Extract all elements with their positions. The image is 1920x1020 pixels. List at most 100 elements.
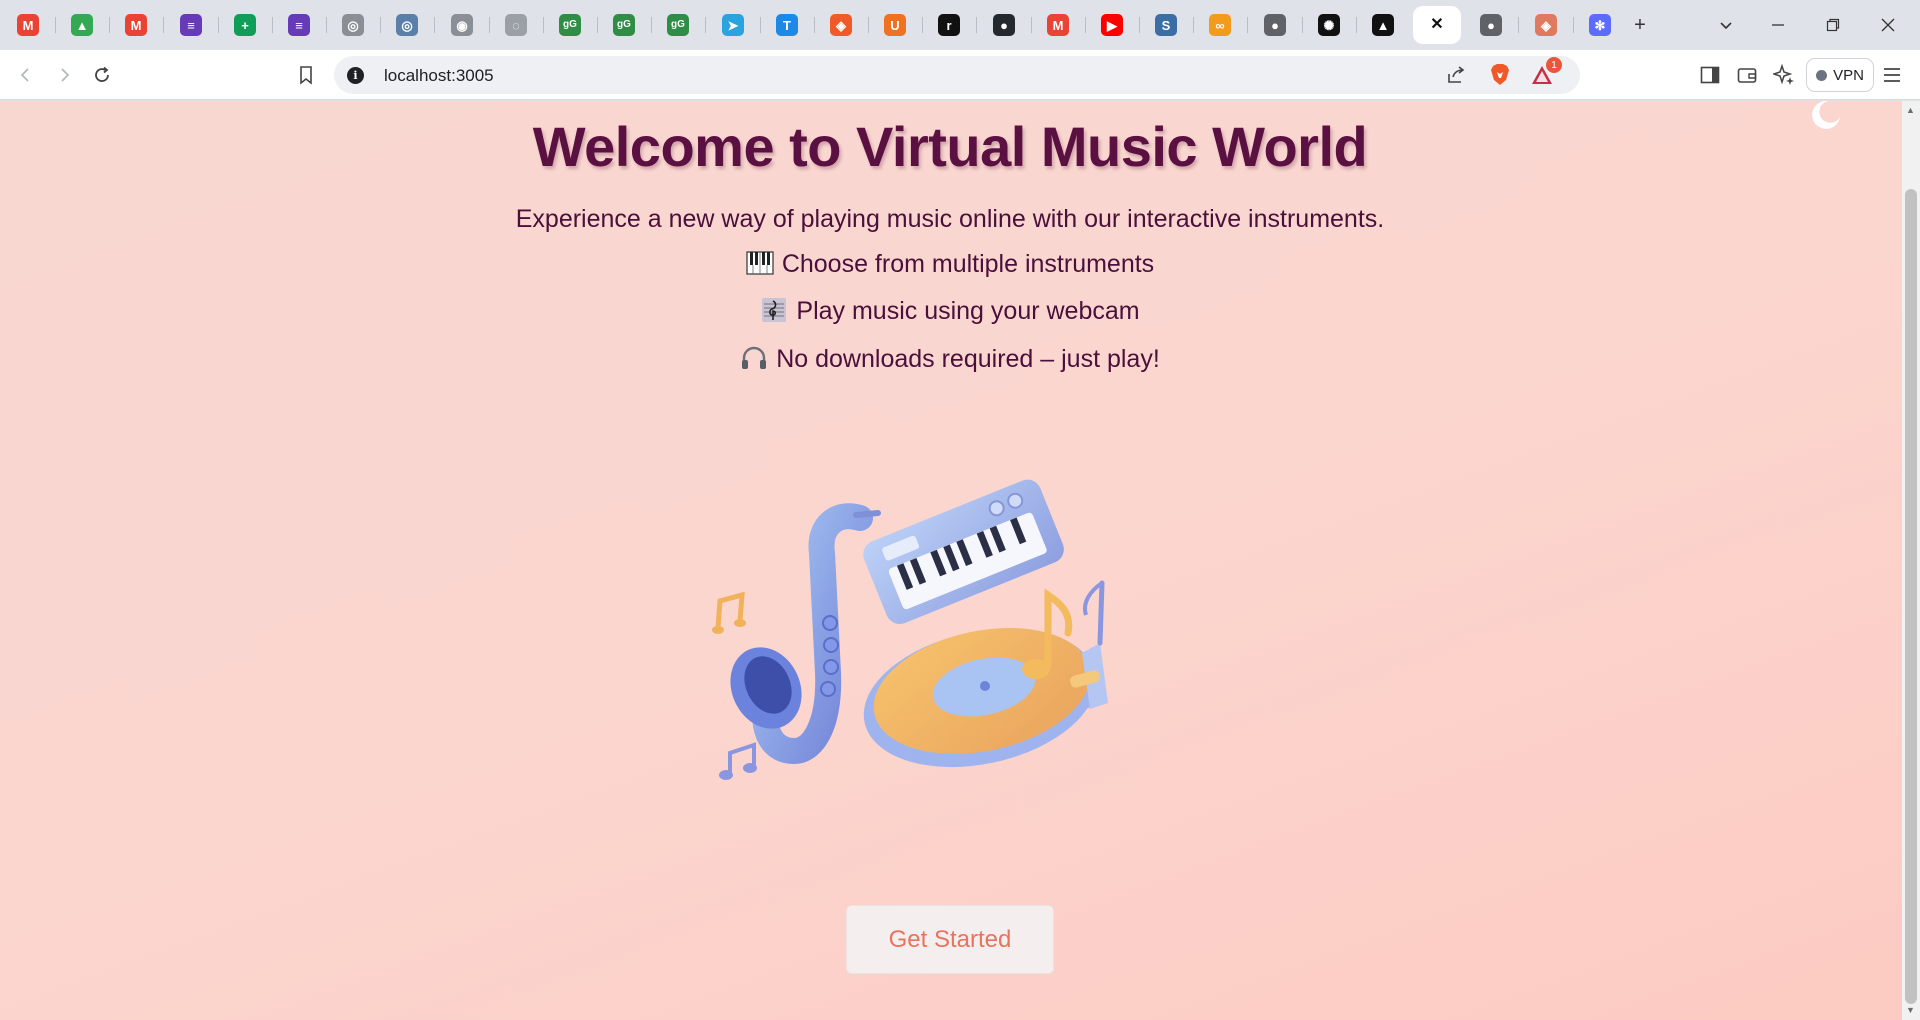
vpn-button[interactable]: VPN <box>1806 58 1874 92</box>
browser-toolbar: i localhost:3005 1 VPN <box>0 50 1920 100</box>
browser-tab[interactable]: M <box>1034 6 1082 44</box>
url-text[interactable]: localhost:3005 <box>384 66 494 86</box>
chevron-down-icon <box>1720 22 1732 30</box>
browser-tab[interactable]: ≡ <box>275 6 323 44</box>
tab-separator <box>922 17 923 33</box>
sidebar-toggle-button[interactable] <box>1694 60 1726 90</box>
browser-tab[interactable]: ◈ <box>817 6 865 44</box>
tab-separator <box>272 17 273 33</box>
geeksforgeeks-icon: gG <box>559 14 581 36</box>
youtube-icon: ▶ <box>1101 14 1123 36</box>
r-logo-icon: r <box>938 14 960 36</box>
bookmark-button[interactable] <box>290 60 322 90</box>
arrow-right-icon <box>61 68 70 82</box>
share-button[interactable] <box>1440 60 1472 90</box>
brave-shields-button[interactable] <box>1484 60 1516 90</box>
s-logo-icon: S <box>1155 14 1177 36</box>
sparkle-icon <box>1773 64 1794 85</box>
browser-tab[interactable]: ▲ <box>1359 6 1407 44</box>
page-title: Welcome to Virtual Music World <box>532 115 1368 178</box>
scrollbar-thumb[interactable] <box>1905 189 1917 1004</box>
browser-tab[interactable]: gG <box>600 6 648 44</box>
headphones-icon <box>742 346 767 369</box>
close-tab-icon[interactable]: ✕ <box>1426 14 1448 36</box>
get-started-button[interactable]: Get Started <box>846 905 1054 974</box>
browser-tab[interactable]: ● <box>1251 6 1299 44</box>
feature-text: Choose from multiple instruments <box>781 250 1155 278</box>
infinity-icon: ∞ <box>1209 14 1231 36</box>
browser-tab[interactable]: gG <box>546 6 594 44</box>
back-button[interactable] <box>10 60 42 90</box>
forward-button[interactable] <box>48 60 80 90</box>
openai-icon: ✺ <box>1318 14 1340 36</box>
browser-tab[interactable]: ≡ <box>167 6 215 44</box>
browser-tab[interactable]: + <box>221 6 269 44</box>
browser-tab[interactable]: ▶ <box>1088 6 1136 44</box>
tab-separator <box>1247 17 1248 33</box>
brave-rewards-button[interactable]: 1 <box>1528 57 1562 90</box>
tab-separator <box>597 17 598 33</box>
browser-tab[interactable]: ✻ <box>1576 6 1624 44</box>
main-menu-button[interactable] <box>1876 60 1908 90</box>
browser-tab[interactable]: M <box>112 6 160 44</box>
feature-text: Play music using your webcam <box>796 297 1140 325</box>
feature-item-webcam: Play music using your webcam <box>0 297 1900 326</box>
new-tab-button[interactable]: + <box>1620 8 1660 42</box>
tab-separator <box>1302 17 1303 33</box>
tab-separator <box>218 17 219 33</box>
bookmark-icon <box>300 66 312 85</box>
browser-tab[interactable]: ◈ <box>1522 6 1570 44</box>
t-logo-icon: T <box>776 14 798 36</box>
music-note-icon <box>719 742 757 780</box>
browser-tab[interactable]: ● <box>1467 6 1515 44</box>
gray-circle-icon: ◎ <box>342 14 364 36</box>
globe-icon: ● <box>1480 14 1502 36</box>
snowflake-icon: ✻ <box>1589 14 1611 36</box>
google-forms-icon: ≡ <box>180 14 202 36</box>
tab-separator <box>1193 17 1194 33</box>
reload-button[interactable] <box>86 60 118 90</box>
music-instruments-illustration <box>712 479 1108 780</box>
browser-tab[interactable]: U <box>871 6 919 44</box>
gmail-icon: M <box>1047 14 1069 36</box>
tab-search-button[interactable] <box>1706 8 1746 42</box>
browser-tab[interactable]: ◉ <box>438 6 486 44</box>
browser-tab[interactable]: ◎ <box>383 6 431 44</box>
tab-separator <box>326 17 327 33</box>
browser-tab[interactable]: gG <box>654 6 702 44</box>
browser-tab[interactable]: ▲ <box>58 6 106 44</box>
active-tab[interactable]: ✕ <box>1413 6 1461 44</box>
site-info-icon[interactable]: i <box>347 67 364 84</box>
page-scrollbar[interactable]: ▲ ▼ <box>1902 101 1920 1020</box>
scroll-down-icon[interactable]: ▼ <box>1906 1005 1915 1015</box>
browser-tab[interactable]: ◌ <box>492 6 540 44</box>
browser-tab[interactable]: r <box>925 6 973 44</box>
restore-button[interactable] <box>1813 8 1853 42</box>
browser-tab[interactable]: ➤ <box>709 6 757 44</box>
google-drive-icon: ▲ <box>71 14 93 36</box>
tab-separator <box>434 17 435 33</box>
vpn-status-icon <box>1816 69 1828 81</box>
browser-tab[interactable]: M <box>4 6 52 44</box>
tab-separator <box>976 17 977 33</box>
tab-separator <box>109 17 110 33</box>
wallet-button[interactable] <box>1731 60 1763 90</box>
address-bar[interactable]: i localhost:3005 1 <box>334 56 1580 94</box>
plus-icon: + <box>1634 13 1646 36</box>
geeksforgeeks-icon: gG <box>667 14 689 36</box>
browser-tab[interactable]: ∞ <box>1196 6 1244 44</box>
tab-separator <box>55 17 56 33</box>
browser-tab[interactable]: T <box>763 6 811 44</box>
tab-separator <box>489 17 490 33</box>
scroll-up-icon[interactable]: ▲ <box>1906 105 1915 115</box>
tab-separator <box>1031 17 1032 33</box>
minimize-button[interactable] <box>1758 8 1798 42</box>
close-icon <box>1881 18 1895 32</box>
leo-ai-button[interactable] <box>1768 60 1800 90</box>
browser-tab[interactable]: S <box>1142 6 1190 44</box>
browser-tab[interactable]: ● <box>980 6 1028 44</box>
gmail-icon: M <box>125 14 147 36</box>
browser-tab[interactable]: ✺ <box>1305 6 1353 44</box>
close-window-button[interactable] <box>1868 8 1908 42</box>
browser-tab[interactable]: ◎ <box>329 6 377 44</box>
